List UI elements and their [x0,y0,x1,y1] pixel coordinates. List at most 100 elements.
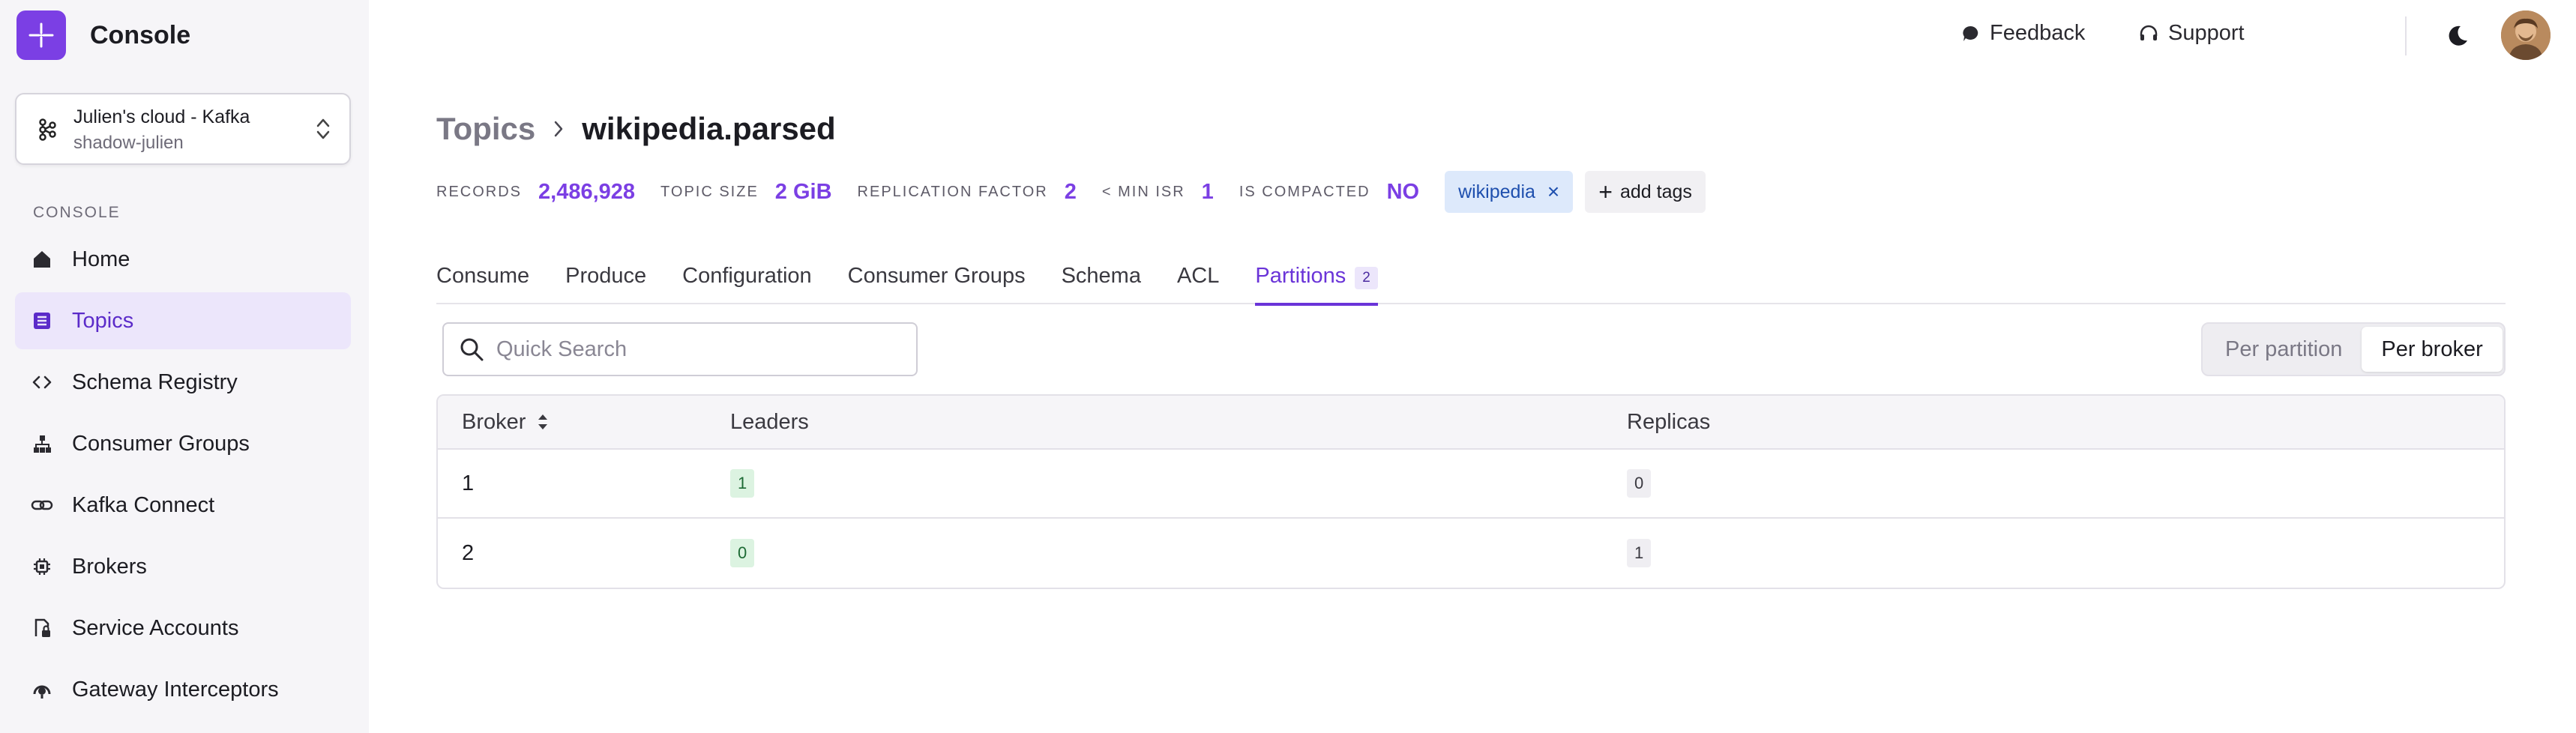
add-tags-label: add tags [1619,181,1692,202]
sidebar-item-label: Schema Registry [72,369,238,394]
leaders-count-badge: 1 [730,469,755,498]
broker-id: 1 [462,471,475,495]
tag-chip: wikipedia × [1445,171,1574,213]
tab-schema[interactable]: Schema [1062,255,1141,304]
brand[interactable]: Console [16,10,190,60]
is-compacted-value: NO [1386,179,1420,204]
broker-column-header[interactable]: Broker [438,410,730,435]
cluster-name: Julien's cloud - Kafka [73,106,250,127]
per-partition-option[interactable]: Per partition [2206,327,2362,372]
tab-acl[interactable]: ACL [1177,255,1219,304]
tab-label: Produce [565,264,647,288]
code-icon [30,370,54,394]
sidebar-item-service-accounts[interactable]: Service Accounts [15,600,351,657]
app-name: Console [90,20,191,49]
sort-icon [538,414,548,429]
tab-produce[interactable]: Produce [565,255,646,304]
breadcrumb-topics-link[interactable]: Topics [436,111,535,147]
sidebar-section-label: CONSOLE [33,204,121,221]
topics-icon [30,309,54,333]
tag-label: wikipedia [1458,181,1535,202]
partitions-table: Broker Leaders Replicas 1 1 0 2 0 1 [436,394,2506,589]
column-label: Broker [462,409,526,434]
avatar[interactable] [2501,10,2551,60]
tab-label: Partitions [1255,264,1346,288]
sidebar-nav: Home Topics Schema Registry Consumer Gro… [15,231,351,723]
tab-label: Consumer Groups [847,264,1026,288]
sidebar-item-label: Topics [72,308,134,333]
sidebar-item-label: Consumer Groups [72,431,250,456]
tab-configuration[interactable]: Configuration [682,255,812,304]
theme-toggle-button[interactable] [2441,19,2474,52]
headset-icon [2140,25,2158,40]
topbar-divider [2405,16,2407,55]
moon-icon [2449,25,2467,46]
page-title: wikipedia.parsed [582,111,836,146]
tab-consume[interactable]: Consume [436,255,529,304]
partitions-count-badge: 2 [1355,267,1378,289]
kafka-icon [39,118,56,141]
sidebar-item-topics[interactable]: Topics [15,292,351,349]
sidebar-item-label: Kafka Connect [72,492,215,517]
view-toggle: Per partition Per broker [2201,322,2506,376]
tab-label: Configuration [682,264,812,288]
leaders-column-header: Leaders [730,409,809,434]
feedback-label: Feedback [1990,21,2086,45]
home-icon [30,247,54,271]
topic-stats: RECORDS 2,486,928 TOPIC SIZE 2 GiB REPLI… [436,171,1706,213]
user-photo-icon [2501,10,2551,60]
console-logo-icon [16,10,66,60]
sidebar-item-label: Service Accounts [72,615,239,640]
tab-label: Schema [1061,264,1141,288]
sidebar-item-consumer-groups[interactable]: Consumer Groups [15,415,351,472]
is-compacted-label: IS COMPACTED [1239,183,1370,200]
cluster-subtitle: shadow-julien [73,133,184,153]
gateway-icon [30,678,54,702]
remove-tag-icon[interactable]: × [1547,180,1559,204]
replication-factor-value: 2 [1064,179,1077,204]
topic-tabs: Consume Produce Configuration Consumer G… [436,255,2506,306]
chevron-right-icon [554,121,563,137]
tab-partitions[interactable]: Partitions 2 [1255,255,1379,306]
plus-icon: + [1598,178,1613,205]
per-broker-option[interactable]: Per broker [2362,327,2503,372]
broker-id: 2 [462,540,475,565]
topic-size-label: TOPIC SIZE [660,183,759,200]
feedback-button[interactable]: Feedback [1961,21,2085,46]
records-label: RECORDS [436,183,523,200]
tab-consumer-groups[interactable]: Consumer Groups [848,255,1026,304]
sidebar-item-home[interactable]: Home [15,231,351,288]
sidebar-item-brokers[interactable]: Brokers [15,538,351,595]
sidebar-item-kafka-connect[interactable]: Kafka Connect [15,477,351,534]
leaders-count-badge: 0 [730,539,755,567]
sidebar-item-label: Brokers [72,554,147,579]
support-label: Support [2168,21,2245,45]
records-value: 2,486,928 [538,179,636,204]
sidebar-item-schema-registry[interactable]: Schema Registry [15,354,351,411]
sidebar: Console Julien's cloud - Kafka shadow-ju… [0,0,369,733]
top-bar-actions: Feedback Support [1961,0,2576,72]
add-tags-button[interactable]: + add tags [1585,171,1706,213]
table-row: 1 1 0 [438,450,2504,519]
replicas-column-header: Replicas [1627,409,1711,434]
search-box [442,322,918,376]
chat-bubble-icon [1963,25,1978,41]
breadcrumb: Topics wikipedia.parsed [436,111,836,147]
min-isr-value: 1 [1201,179,1214,204]
sidebar-item-gateway-interceptors[interactable]: Gateway Interceptors [15,661,351,718]
hierarchy-icon [30,432,54,456]
support-button[interactable]: Support [2138,21,2245,46]
search-icon [460,338,484,361]
lock-file-icon [30,616,54,640]
link-icon [30,493,54,517]
sidebar-item-label: Home [72,247,130,271]
search-input[interactable] [496,337,901,362]
chevron-up-down-icon [316,118,330,139]
tab-label: ACL [1176,264,1220,288]
replicas-count-badge: 1 [1627,539,1652,567]
tab-label: Consume [436,264,530,288]
sidebar-item-label: Gateway Interceptors [72,677,279,702]
min-isr-label: < MIN ISR [1101,183,1185,200]
cluster-selector[interactable]: Julien's cloud - Kafka shadow-julien [15,93,351,165]
replicas-count-badge: 0 [1627,469,1652,498]
